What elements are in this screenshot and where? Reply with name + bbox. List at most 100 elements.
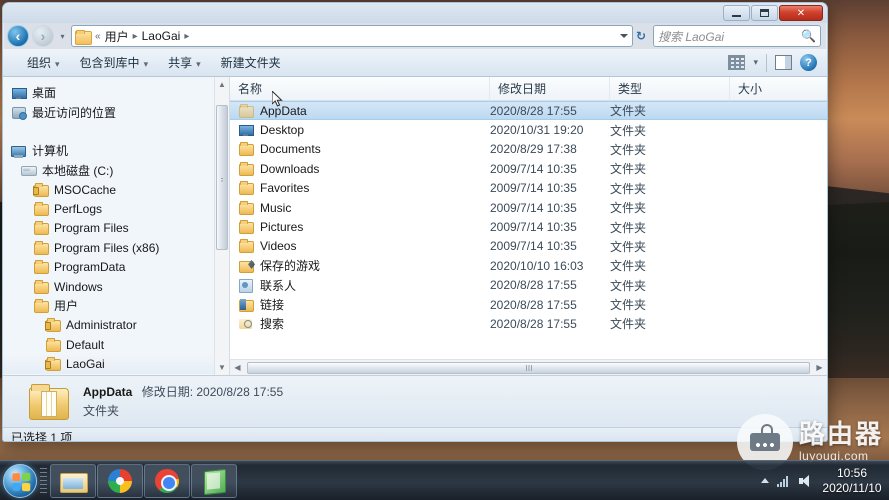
toolbar-organize-button[interactable]: 组织 ▾ [17,51,70,74]
scrollbar-thumb[interactable] [247,361,810,374]
sidebar-item-label: Administrator [66,318,137,333]
minimize-button[interactable] [723,5,750,21]
table-row[interactable]: 链接 2020/8/28 17:55 文件夹 [230,295,827,314]
column-header-size[interactable]: 大小 [730,77,820,101]
taskbar-item-360-browser[interactable] [97,463,143,498]
sidebar-item-local-disk-c[interactable]: 本地磁盘 (C:) [3,161,229,180]
windows-start-orb-icon[interactable] [3,463,37,498]
sidebar-item-program-files-x86[interactable]: Program Files (x86) [3,238,229,257]
horizontal-scrollbar[interactable]: ◀ ▶ [230,359,827,375]
toolbar-include-in-library-button[interactable]: 包含到库中 ▾ [70,51,159,74]
chevron-down-icon[interactable]: ▾ [753,57,758,68]
toolbar-new-folder-button[interactable]: 新建文件夹 [211,51,291,74]
sidebar-scrollbar[interactable]: ▲ ▼ [214,77,229,375]
scroll-down-arrow-icon[interactable]: ▼ [215,360,229,375]
file-rows: AppData 2020/8/28 17:55 文件夹 Desktop 2020… [230,101,827,375]
taskbar: 10:56 2020/11/10 [0,460,889,500]
scrollbar-thumb[interactable] [216,105,228,250]
details-date-label: 修改日期: [141,384,194,399]
column-header-date[interactable]: 修改日期 [490,77,610,101]
system-tray: 10:56 2020/11/10 [761,466,889,496]
sidebar-item-label: Program Files (x86) [54,240,160,255]
computer-icon [11,144,27,158]
file-name-cell: AppData [230,103,490,118]
file-name: AppData [260,103,307,118]
taskbar-item-notepad[interactable] [191,463,237,498]
window-titlebar[interactable]: ✕ [3,3,827,23]
breadcrumb-item-laogai[interactable]: LaoGai [141,29,182,43]
search-box[interactable]: 搜索 LaoGai 🔍 [653,25,821,47]
table-row[interactable]: AppData 2020/8/28 17:55 文件夹 [230,101,827,121]
scroll-left-arrow-icon[interactable]: ◀ [230,363,245,372]
sidebar-item-perflogs[interactable]: PerfLogs [3,199,229,218]
file-date: 2009/7/14 10:35 [490,220,577,235]
desktop-icon [11,86,27,100]
show-hidden-icons-icon[interactable] [761,478,769,483]
folder-hidden-icon [238,103,254,118]
sidebar-item-programdata[interactable]: ProgramData [3,258,229,277]
view-layout-icon[interactable] [728,55,746,70]
table-row[interactable]: 联系人 2020/8/28 17:55 文件夹 [230,276,827,295]
sidebar-item-program-files[interactable]: Program Files [3,219,229,238]
toolbar-divider [766,53,767,72]
breadcrumb-separator-end[interactable]: ▸ [181,31,192,42]
folder-icon [238,142,254,157]
folder-icon [238,239,254,254]
forward-arrow-icon[interactable]: › [32,25,54,47]
table-row[interactable]: 保存的游戏 2020/10/10 16:03 文件夹 [230,256,827,275]
history-dropdown-icon[interactable]: ▾ [57,32,68,41]
toolbar-share-button[interactable]: 共享 ▾ [158,51,211,74]
table-row[interactable]: Favorites 2009/7/14 10:35 文件夹 [230,179,827,198]
network-signal-icon[interactable] [777,475,791,487]
help-icon[interactable]: ? [800,54,817,71]
table-row[interactable]: Pictures 2009/7/14 10:35 文件夹 [230,217,827,236]
chevron-down-icon[interactable] [619,34,628,38]
searches-icon [238,317,254,331]
column-header-type[interactable]: 类型 [610,77,730,101]
preview-pane-icon[interactable] [775,55,792,70]
sidebar-item-users[interactable]: 用户 [3,296,229,315]
maximize-button[interactable] [751,5,778,21]
taskbar-clock[interactable]: 10:56 2020/11/10 [821,466,883,496]
close-button[interactable]: ✕ [779,5,823,21]
toolbar-share-label: 共享 [168,56,193,70]
column-headers: 名称 修改日期 类型 大小 [230,77,827,101]
taskbar-item-explorer[interactable] [50,463,96,498]
column-header-name[interactable]: 名称 [230,77,490,101]
sidebar-item-default[interactable]: Default [3,335,229,354]
sidebar-item-administrator[interactable]: Administrator [3,316,229,335]
sidebar-item-windows[interactable]: Windows [3,277,229,296]
scroll-right-arrow-icon[interactable]: ▶ [812,363,827,372]
refresh-icon[interactable]: ↻ [636,29,646,43]
table-row[interactable]: 搜索 2020/8/28 17:55 文件夹 [230,314,827,333]
table-row[interactable]: Music 2009/7/14 10:35 文件夹 [230,198,827,217]
details-file-name: AppData [83,384,133,399]
sidebar-item-laogai[interactable]: LaoGai [3,354,229,374]
sidebar-item-msocache[interactable]: MSOCache [3,180,229,199]
sidebar-item-desktop[interactable]: 桌面 [3,83,229,102]
sidebar-item-recent-places[interactable]: 最近访问的位置 [3,102,229,121]
file-type: 文件夹 [610,298,647,313]
table-row[interactable]: Downloads 2009/7/14 10:35 文件夹 [230,159,827,178]
scroll-up-arrow-icon[interactable]: ▲ [215,77,229,92]
folder-large-icon [27,382,71,422]
search-input[interactable]: 搜索 LaoGai [658,28,801,45]
table-row[interactable]: Documents 2020/8/29 17:38 文件夹 [230,140,827,159]
file-name: Music [260,200,292,215]
breadcrumb-item-users[interactable]: 用户 [104,28,130,45]
sidebar-item-computer[interactable]: 计算机 [3,141,229,160]
table-row[interactable]: Videos 2009/7/14 10:35 文件夹 [230,237,827,256]
table-row[interactable]: Desktop 2020/10/31 19:20 文件夹 [230,120,827,139]
file-name-cell: Downloads [230,161,490,176]
sidebar-item-label: 计算机 [32,144,69,159]
contacts-icon [238,278,254,294]
scrollbar-track[interactable] [245,361,812,375]
volume-icon[interactable] [799,474,813,488]
back-arrow-icon[interactable]: ‹ [7,25,29,47]
drive-icon [21,163,37,177]
file-date: 2009/7/14 10:35 [490,161,577,176]
file-type: 文件夹 [610,201,647,216]
address-bar[interactable]: « 用户 ▸ LaoGai ▸ [71,25,633,47]
sidebar-item-public[interactable]: 公用 [3,374,229,375]
taskbar-item-chrome[interactable] [144,463,190,498]
